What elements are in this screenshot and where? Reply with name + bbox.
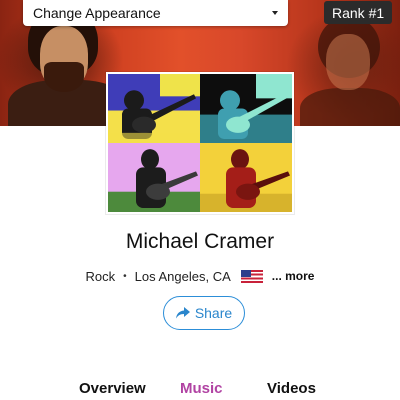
tab-music[interactable]: Music — [180, 380, 223, 397]
change-appearance-select[interactable]: Change Appearance — [23, 0, 288, 26]
share-button[interactable]: Share — [163, 296, 245, 330]
location-label: Los Angeles, CA — [134, 268, 231, 284]
share-label: Share — [194, 305, 233, 321]
profile-tabs: Overview Music Videos — [0, 380, 400, 400]
flag-canton — [240, 269, 251, 277]
change-appearance-label: Change Appearance — [33, 5, 161, 21]
photo-panel-bottom-left — [108, 143, 200, 212]
share-arrow-icon — [175, 307, 190, 319]
artist-meta: Rock • Los Angeles, CA ... more — [0, 268, 400, 284]
tab-overview[interactable]: Overview — [79, 380, 146, 397]
photo-panel-top-left — [108, 74, 200, 143]
artist-name: Michael Cramer — [125, 230, 275, 253]
us-flag-icon — [240, 269, 263, 283]
banner-figure-left-beard — [44, 62, 84, 92]
more-link[interactable]: ... more — [272, 269, 315, 283]
banner-figure-right — [300, 88, 400, 126]
tab-videos[interactable]: Videos — [267, 380, 316, 397]
photo-panel-top-right — [200, 74, 292, 143]
photo-panel-bottom-right — [200, 143, 292, 212]
separator-dot: • — [123, 270, 127, 282]
banner-figure-right-face — [326, 34, 370, 90]
rank-badge: Rank #1 — [324, 1, 393, 24]
profile-photo[interactable] — [106, 72, 294, 214]
genre-label[interactable]: Rock — [86, 269, 116, 284]
caret-down-icon — [272, 11, 278, 15]
